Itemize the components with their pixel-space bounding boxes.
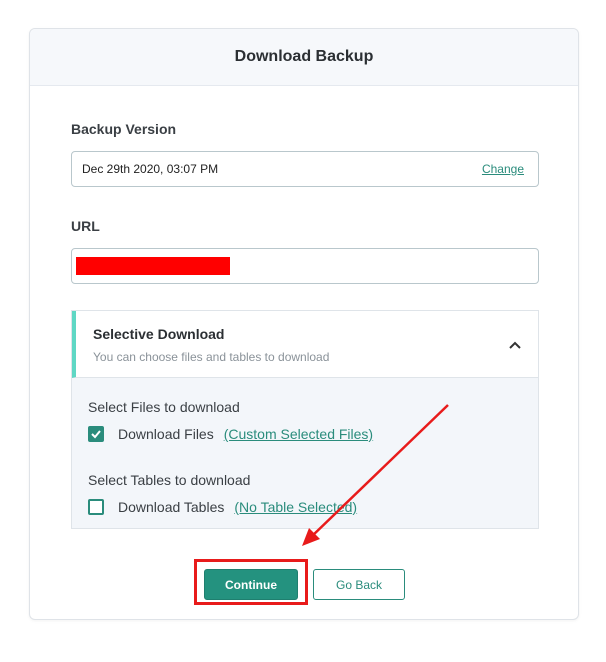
files-section-label: Select Files to download bbox=[88, 399, 240, 415]
continue-button[interactable]: Continue bbox=[204, 569, 298, 600]
custom-selected-files-link[interactable]: (Custom Selected Files) bbox=[224, 426, 373, 442]
selective-download-title: Selective Download bbox=[93, 326, 225, 342]
backup-version-label: Backup Version bbox=[71, 121, 177, 137]
tables-section-label: Select Tables to download bbox=[88, 472, 251, 488]
dialog-title: Download Backup bbox=[234, 48, 374, 65]
go-back-button[interactable]: Go Back bbox=[313, 569, 405, 600]
dialog-header: Download Backup bbox=[30, 29, 578, 86]
download-files-label: Download Files bbox=[118, 426, 214, 442]
download-tables-option: Download Tables (No Table Selected) bbox=[88, 499, 357, 515]
selective-download-header[interactable]: Selective Download You can choose files … bbox=[72, 311, 538, 378]
download-tables-checkbox[interactable] bbox=[88, 499, 104, 515]
no-table-selected-link[interactable]: (No Table Selected) bbox=[234, 499, 357, 515]
download-backup-dialog: Download Backup Backup Version Dec 29th … bbox=[29, 28, 579, 620]
download-tables-label: Download Tables bbox=[118, 499, 225, 515]
change-version-link[interactable]: Change bbox=[482, 162, 524, 176]
selective-download-subtitle: You can choose files and tables to downl… bbox=[93, 350, 330, 364]
download-files-option: Download Files (Custom Selected Files) bbox=[88, 426, 373, 442]
url-label: URL bbox=[71, 218, 100, 234]
selective-download-panel: Selective Download You can choose files … bbox=[71, 310, 539, 529]
chevron-up-icon[interactable] bbox=[508, 338, 522, 352]
url-input[interactable] bbox=[71, 248, 539, 284]
check-icon bbox=[91, 430, 101, 439]
redacted-url bbox=[76, 257, 230, 275]
backup-version-field: Dec 29th 2020, 03:07 PM Change bbox=[71, 151, 539, 187]
backup-version-value: Dec 29th 2020, 03:07 PM bbox=[82, 162, 219, 176]
download-files-checkbox[interactable] bbox=[88, 426, 104, 442]
